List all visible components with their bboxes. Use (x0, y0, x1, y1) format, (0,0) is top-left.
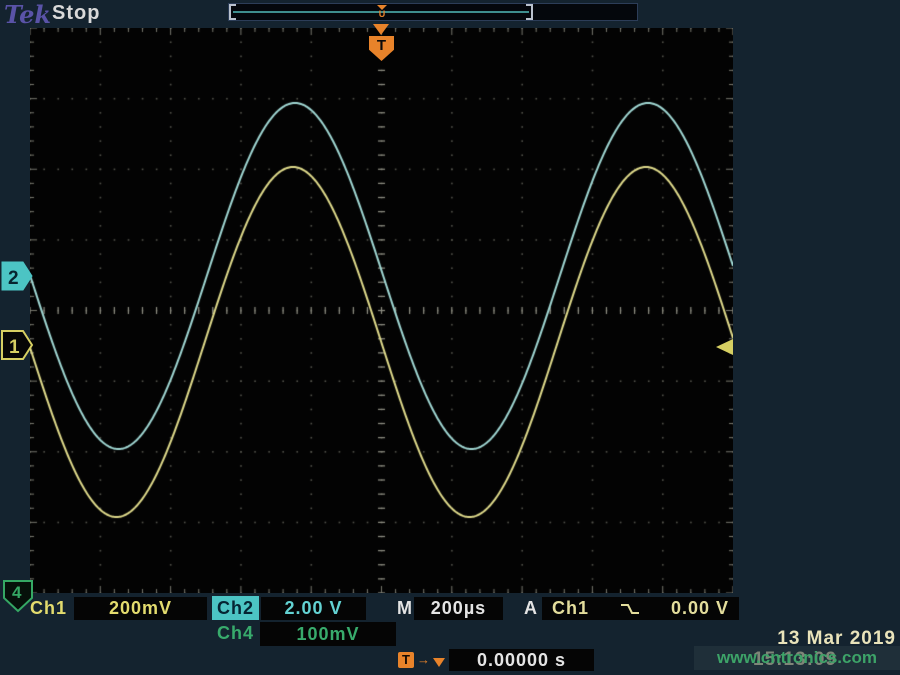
ch1-position-badge: 1 (1, 330, 35, 362)
right-arrow-icon: → (417, 652, 430, 668)
down-triangle-icon (433, 658, 445, 667)
ch2-scale-readout: 2.00 V (261, 597, 366, 620)
timebase-label: M (397, 597, 413, 620)
tek-logo: Tek (4, 0, 51, 29)
falling-edge-icon (620, 601, 640, 617)
record-trigger-position-icon: U (375, 4, 389, 20)
trigger-t-icon: T (398, 652, 414, 668)
ch1-scale-readout: 200mV (74, 597, 207, 620)
ch1-badge-label: 1 (9, 337, 20, 358)
trigger-source-readout: Ch1 0.00 V (542, 597, 739, 620)
trigger-glyph: U (375, 10, 389, 18)
trigger-source: Ch1 (552, 597, 589, 620)
ch2-label: Ch2 (212, 596, 259, 620)
ch4-label: Ch4 (212, 622, 259, 645)
ch2-badge-label: 2 (8, 268, 19, 289)
trigger-mode-label: A (524, 597, 538, 620)
record-window-right-bracket (526, 4, 533, 20)
trigger-level: 0.00 V (671, 597, 729, 620)
ch2-position-badge: 2 (1, 261, 35, 293)
ch4-scale-readout: 100mV (260, 622, 396, 646)
trigger-level-arrow-icon (716, 339, 733, 355)
trigger-position-icon-group: T → (398, 650, 445, 670)
acquisition-status: Stop (52, 2, 100, 25)
trigger-position-readout: 0.00000 s (449, 649, 594, 671)
trigger-position-arrow-icon (373, 24, 389, 35)
record-view-bar: U (228, 3, 638, 21)
ch1-label: Ch1 (30, 597, 67, 620)
watermark: www.cntronics.com (694, 646, 900, 670)
timebase-readout: 200µs (414, 597, 503, 620)
ch4-badge-label: 4 (12, 583, 22, 602)
waveform-display (30, 28, 733, 593)
